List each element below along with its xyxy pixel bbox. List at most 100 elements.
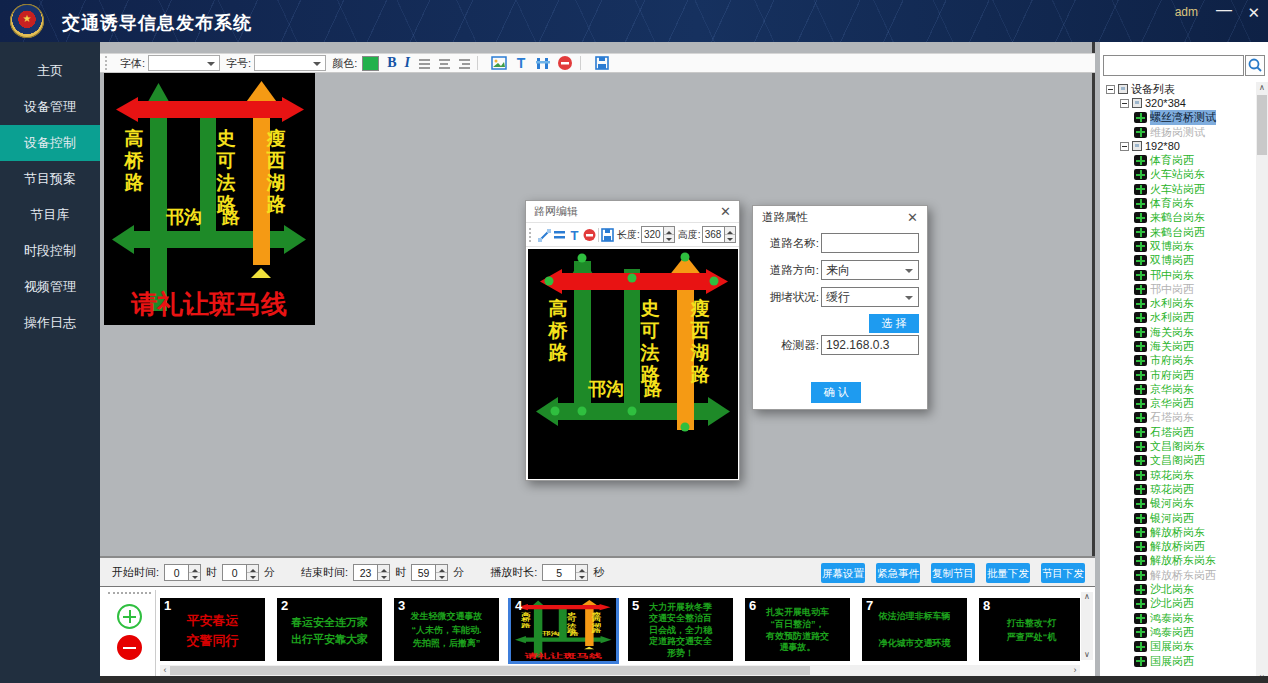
device-item[interactable]: 体育岗东	[1100, 196, 1256, 210]
road-segment-icon[interactable]	[553, 227, 566, 243]
program-thumbnail-4[interactable]: 4高桥路史可法路瘦西湖路邗沟路请礼让斑马线	[511, 598, 616, 661]
thumbs-vertical-scrollbar[interactable]: ∧ ∨	[1081, 592, 1093, 660]
program-thumbnail-1[interactable]: 1平安春运交警同行	[160, 598, 265, 661]
tree-group-320*384[interactable]: 320*384	[1100, 96, 1256, 110]
italic-button[interactable]: I	[405, 55, 410, 71]
device-item[interactable]: 螺丝湾桥测试	[1100, 111, 1256, 125]
sidebar-item-4[interactable]: 节目预案	[0, 161, 100, 197]
program-thumbnail-2[interactable]: 2春运安全连万家出行平安靠大家	[277, 598, 382, 661]
program-thumbnail-3[interactable]: 3发生轻微交通事故“人未伤，车能动.先拍照，后撤离”	[394, 598, 499, 661]
device-item[interactable]: 解放桥东岗西	[1100, 568, 1256, 582]
remove-icon[interactable]	[557, 55, 573, 71]
search-button[interactable]	[1245, 55, 1265, 76]
text-tool-icon[interactable]: T	[568, 227, 581, 243]
device-item[interactable]: 银河岗西	[1100, 511, 1256, 525]
select-button[interactable]: 选 择	[869, 314, 919, 333]
roadnet-icon[interactable]	[535, 55, 551, 71]
delete-tool-icon[interactable]	[583, 227, 596, 243]
device-item[interactable]: 京华岗西	[1100, 397, 1256, 411]
thumbs-horizontal-scrollbar[interactable]: ‹ ›	[160, 665, 1080, 676]
playbar-button-3[interactable]: 复制节目	[931, 563, 975, 583]
device-item[interactable]: 市府岗西	[1100, 368, 1256, 382]
sidebar-item-6[interactable]: 时段控制	[0, 233, 100, 269]
align-center-icon[interactable]	[439, 57, 450, 69]
device-item[interactable]: 火车站岗东	[1100, 168, 1256, 182]
device-item[interactable]: 解放桥东岗东	[1100, 554, 1256, 568]
sidebar-item-1[interactable]: 主页	[0, 53, 100, 89]
scroll-up-icon[interactable]: ∧	[1081, 592, 1093, 602]
device-item[interactable]: 双博岗西	[1100, 254, 1256, 268]
end-min-spinner[interactable]: 59	[411, 564, 448, 581]
save-roadnet-icon[interactable]	[601, 227, 614, 243]
device-item[interactable]: 文昌阁岗西	[1100, 454, 1256, 468]
minimize-icon[interactable]: —	[1216, 1, 1232, 19]
insert-image-icon[interactable]	[491, 55, 507, 71]
dialog-titlebar[interactable]: 道路属性 ✕	[753, 206, 927, 228]
draw-line-icon[interactable]	[538, 227, 551, 243]
device-item[interactable]: 鸿泰岗东	[1100, 611, 1256, 625]
device-item[interactable]: 石塔岗东	[1100, 411, 1256, 425]
length-spinner[interactable]: 320	[641, 226, 675, 243]
device-item[interactable]: 海关岗西	[1100, 339, 1256, 353]
device-item[interactable]: 水利岗东	[1100, 296, 1256, 310]
device-item[interactable]: 邗中岗西	[1100, 282, 1256, 296]
device-item[interactable]: 市府岗东	[1100, 354, 1256, 368]
device-item[interactable]: 石塔岗西	[1100, 425, 1256, 439]
save-icon[interactable]	[594, 55, 610, 71]
tree-group-192*80[interactable]: 192*80	[1100, 139, 1256, 153]
size-select[interactable]	[254, 55, 326, 71]
sidebar-item-3[interactable]: 设备控制	[0, 125, 100, 161]
tree-root[interactable]: 设备列表	[1100, 82, 1256, 96]
device-item[interactable]: 海关岗东	[1100, 325, 1256, 339]
align-left-icon[interactable]	[419, 57, 430, 69]
color-swatch[interactable]	[362, 56, 379, 71]
align-right-icon[interactable]	[459, 57, 470, 69]
device-item[interactable]: 银河岗东	[1100, 497, 1256, 511]
playbar-button-1[interactable]: 屏幕设置	[821, 563, 865, 583]
road-name-input[interactable]	[821, 233, 919, 253]
scroll-down-icon[interactable]: ∨	[1081, 650, 1093, 660]
program-thumbnail-8[interactable]: 8打击整改“灯严查严处“机	[979, 598, 1080, 661]
collapse-icon[interactable]	[1106, 85, 1115, 94]
playbar-button-5[interactable]: 节目下发	[1041, 563, 1085, 583]
start-hour-spinner[interactable]: 0	[164, 564, 201, 581]
scroll-left-icon[interactable]: ‹	[160, 665, 170, 676]
device-item[interactable]: 双博岗东	[1100, 239, 1256, 253]
sidebar-item-2[interactable]: 设备管理	[0, 89, 100, 125]
tree-scroll-up-icon[interactable]: ∧	[1256, 82, 1268, 93]
sidebar-item-5[interactable]: 节目库	[0, 197, 100, 233]
roadnet-canvas[interactable]: 高桥路史可法路瘦西湖路邗沟路	[528, 249, 738, 479]
road-direction-select[interactable]: 来向	[821, 260, 919, 280]
device-item[interactable]: 水利岗西	[1100, 311, 1256, 325]
device-item[interactable]: 体育岗西	[1100, 153, 1256, 167]
roadnet-titlebar[interactable]: 路网编辑 ✕	[526, 201, 739, 222]
roadnet-close-icon[interactable]: ✕	[720, 204, 731, 219]
device-item[interactable]: 来鹤台岗东	[1100, 211, 1256, 225]
device-item[interactable]: 鸿泰岗西	[1100, 625, 1256, 639]
add-program-button[interactable]	[117, 604, 142, 629]
device-item[interactable]: 解放桥岗东	[1100, 525, 1256, 539]
device-item[interactable]: 国展岗西	[1100, 654, 1256, 668]
dialog-close-icon[interactable]: ✕	[907, 210, 918, 225]
close-icon[interactable]: ✕	[1247, 4, 1260, 22]
sidebar-item-7[interactable]: 视频管理	[0, 269, 100, 305]
device-item[interactable]: 琼花岗东	[1100, 468, 1256, 482]
device-item[interactable]: 文昌阁岗东	[1100, 439, 1256, 453]
device-item[interactable]: 京华岗东	[1100, 382, 1256, 396]
playbar-button-2[interactable]: 紧急事件	[876, 563, 920, 583]
device-item[interactable]: 来鹤台岗西	[1100, 225, 1256, 239]
start-min-spinner[interactable]: 0	[222, 564, 259, 581]
device-item[interactable]: 琼花岗西	[1100, 482, 1256, 496]
congestion-select[interactable]: 缓行	[821, 287, 919, 307]
tree-scrollbar[interactable]: ∧ ∨	[1256, 82, 1268, 683]
device-item[interactable]: 沙北岗西	[1100, 597, 1256, 611]
scroll-right-icon[interactable]: ›	[1070, 665, 1080, 676]
device-item[interactable]: 沙北岗东	[1100, 582, 1256, 596]
program-thumbnail-6[interactable]: 6扎实开展电动车“百日整治”，有效预防道路交通事故。	[745, 598, 850, 661]
device-item[interactable]: 国展岗东	[1100, 640, 1256, 654]
sidebar-item-8[interactable]: 操作日志	[0, 305, 100, 341]
collapse-icon[interactable]	[1120, 142, 1129, 151]
playbar-button-4[interactable]: 批量下发	[986, 563, 1030, 583]
device-item[interactable]: 邗中岗东	[1100, 268, 1256, 282]
collapse-icon[interactable]	[1120, 99, 1129, 108]
